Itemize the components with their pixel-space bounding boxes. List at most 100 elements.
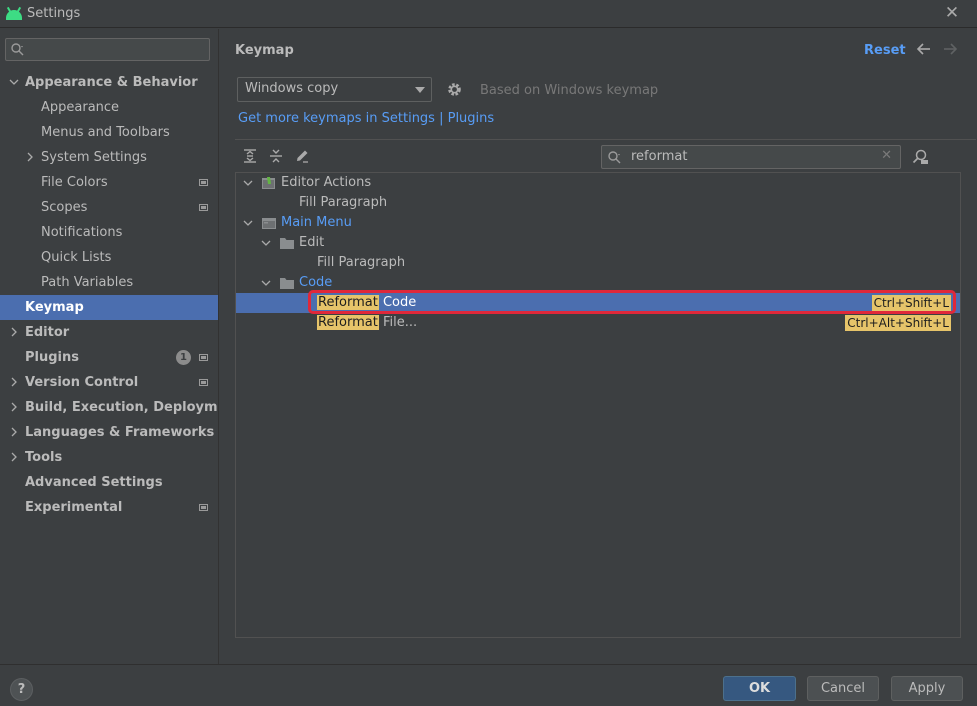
sidebar-item-languages-frameworks[interactable]: Languages & Frameworks (0, 420, 218, 445)
gear-icon[interactable] (446, 81, 463, 98)
find-by-shortcut-icon[interactable] (912, 148, 929, 165)
project-level-icon (199, 179, 208, 186)
sidebar-item-label: Languages & Frameworks (25, 425, 215, 440)
sidebar-item-label: Appearance (41, 100, 120, 115)
ok-button[interactable]: OK (723, 676, 796, 701)
update-count-badge: 1 (176, 350, 191, 365)
project-level-icon (199, 379, 208, 386)
chevron-down-icon (261, 240, 271, 246)
tree-node-reformat-code[interactable]: Reformat Code Ctrl+Shift+L (236, 290, 960, 314)
clear-search-icon[interactable]: ✕ (881, 148, 892, 163)
sidebar-item-label: Appearance & Behavior (25, 75, 198, 90)
chevron-right-icon (11, 377, 17, 387)
sidebar-item-build-execution-deployment[interactable]: Build, Execution, Deployment (0, 395, 242, 420)
edit-pencil-icon[interactable] (294, 148, 310, 164)
tree-node-label: Fill Paragraph (299, 195, 388, 210)
back-arrow-icon[interactable] (916, 41, 932, 57)
sidebar-item-label: System Settings (41, 150, 147, 165)
annotation-highlight-box (308, 290, 956, 314)
keymap-actions-tree: Editor Actions Fill Paragraph Main Menu … (235, 172, 961, 638)
chevron-right-icon (11, 327, 17, 337)
project-level-icon (199, 504, 208, 511)
chevron-down-icon (261, 280, 271, 286)
sidebar-item-label: Keymap (25, 300, 84, 315)
sidebar-item-label: Editor (25, 325, 70, 340)
tree-node-label: Reformat File... (317, 313, 417, 333)
based-on-label: Based on Windows keymap (480, 83, 659, 98)
help-button[interactable]: ? (10, 678, 33, 701)
project-level-icon (199, 354, 208, 361)
sidebar-item-label: File Colors (41, 175, 108, 190)
collapse-all-icon[interactable] (268, 148, 284, 164)
cancel-button[interactable]: Cancel (807, 676, 879, 701)
chevron-down-icon (243, 220, 253, 226)
sidebar-item-label: Notifications (41, 225, 123, 240)
get-more-keymaps-link[interactable]: Get more keymaps in Settings | Plugins (238, 111, 494, 126)
sidebar-item-editor[interactable]: Editor (0, 320, 218, 345)
sidebar-item-file-colors[interactable]: File Colors (0, 170, 218, 195)
folder-icon (280, 278, 294, 289)
search-icon (608, 151, 621, 164)
chevron-down-icon (243, 180, 253, 186)
apply-button[interactable]: Apply (891, 676, 963, 701)
keymap-panel: Keymap Reset Windows copy Based on Windo… (219, 29, 977, 664)
dropdown-arrow-icon (415, 87, 425, 93)
sidebar-item-label: Scopes (41, 200, 88, 215)
sidebar-item-label: Menus and Toolbars (41, 125, 170, 140)
sidebar-item-label: Plugins (25, 350, 79, 365)
sidebar-item-scopes[interactable]: Scopes (0, 195, 218, 220)
sidebar-item-system-settings[interactable]: System Settings (0, 145, 218, 170)
separator (235, 139, 976, 140)
tree-node-label: Edit (299, 235, 325, 250)
keymap-dropdown[interactable]: Windows copy (237, 77, 432, 102)
sidebar-item-plugins[interactable]: Plugins 1 (0, 345, 218, 370)
tree-node-editor-actions[interactable]: Editor Actions (236, 173, 960, 193)
action-name-rest: File... (378, 315, 418, 330)
sidebar-item-version-control[interactable]: Version Control (0, 370, 218, 395)
folder-icon (280, 238, 294, 249)
sidebar-search-input[interactable] (5, 38, 210, 61)
dialog-footer: ? OK Cancel Apply (0, 664, 977, 706)
chevron-right-icon (11, 452, 17, 462)
reset-link[interactable]: Reset (864, 43, 906, 58)
tree-node-label: Editor Actions (281, 175, 372, 190)
tree-node-reformat-file[interactable]: Reformat File... Ctrl+Alt+Shift+L (236, 313, 960, 333)
window-title: Settings (27, 6, 81, 21)
sidebar-item-appearance[interactable]: Appearance (0, 95, 218, 120)
tree-node-fill-paragraph[interactable]: Fill Paragraph (236, 193, 960, 213)
sidebar-item-label: Path Variables (41, 275, 134, 290)
sidebar-item-appearance-behavior[interactable]: Appearance & Behavior (0, 70, 218, 95)
project-level-icon (199, 204, 208, 211)
title-bar: Settings ✕ (0, 0, 977, 28)
sidebar-item-path-variables[interactable]: Path Variables (0, 270, 218, 295)
chevron-right-icon (11, 427, 17, 437)
keyboard-shortcut: Ctrl+Alt+Shift+L (845, 315, 951, 331)
sidebar-item-label: Quick Lists (41, 250, 112, 265)
editor-actions-icon (262, 177, 275, 189)
close-icon[interactable]: ✕ (943, 4, 961, 22)
sidebar-item-advanced-settings[interactable]: Advanced Settings (0, 470, 218, 495)
sidebar-item-tools[interactable]: Tools (0, 445, 218, 470)
android-studio-icon (5, 6, 23, 21)
sidebar-item-label: Build, Execution, Deployment (25, 400, 242, 415)
expand-all-icon[interactable] (242, 148, 258, 164)
sidebar-item-label: Tools (25, 450, 63, 465)
search-icon (11, 43, 24, 56)
keymap-dropdown-value: Windows copy (245, 81, 339, 96)
tree-node-main-menu[interactable]: Main Menu (236, 213, 960, 233)
sidebar-item-experimental[interactable]: Experimental (0, 495, 218, 520)
sidebar-item-notifications[interactable]: Notifications (0, 220, 218, 245)
settings-sidebar: Appearance & Behavior Appearance Menus a… (0, 29, 242, 664)
keymap-search-input[interactable]: reformat ✕ (601, 145, 901, 169)
sidebar-item-label: Advanced Settings (25, 475, 163, 490)
tree-node-edit[interactable]: Edit (236, 233, 960, 253)
sidebar-item-quick-lists[interactable]: Quick Lists (0, 245, 218, 270)
page-title: Keymap (235, 43, 294, 58)
chevron-down-icon (9, 79, 19, 85)
tree-node-label: Fill Paragraph (317, 255, 406, 270)
sidebar-item-keymap[interactable]: Keymap (0, 295, 218, 320)
main-menu-icon (262, 218, 276, 229)
forward-arrow-icon[interactable] (942, 41, 958, 57)
sidebar-item-menus-toolbars[interactable]: Menus and Toolbars (0, 120, 218, 145)
tree-node-fill-paragraph[interactable]: Fill Paragraph (236, 253, 960, 273)
